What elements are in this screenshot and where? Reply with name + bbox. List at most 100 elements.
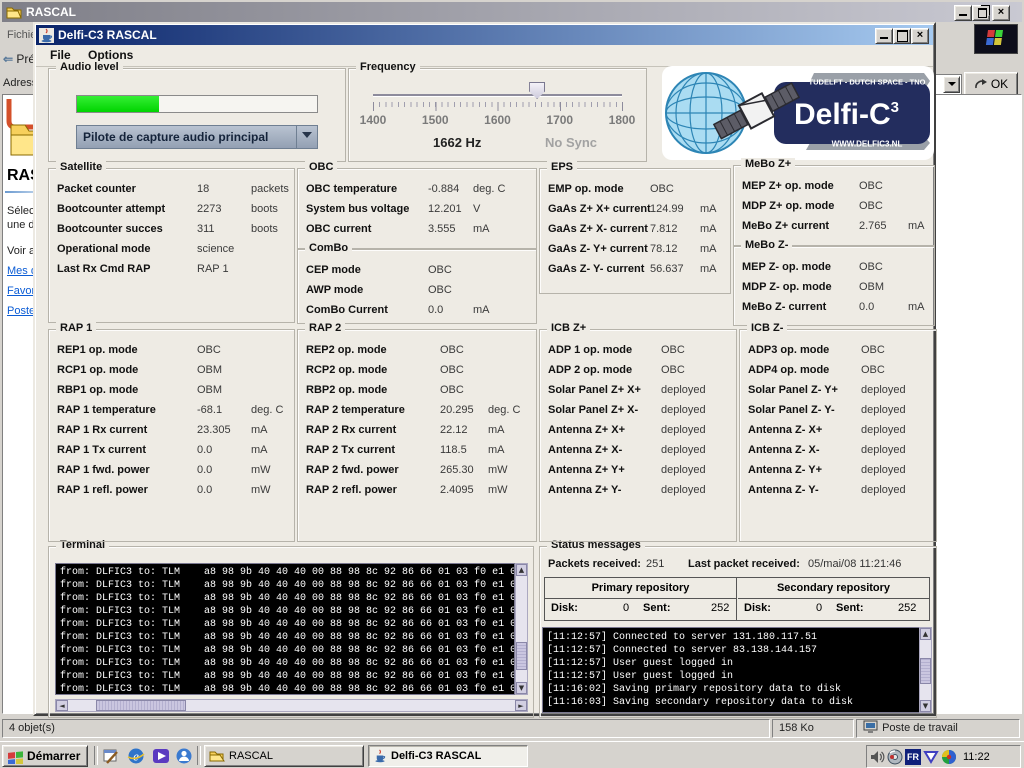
field-value: OBC [440,364,464,376]
field-label: Antenna Z- X+ [748,424,822,436]
table-header-secondary: Secondary repository [738,578,929,599]
telemetry-row: ComBo Current0.0mA [298,304,536,324]
quicklaunch-media-player-icon[interactable] [152,747,170,765]
telemetry-row: Antenna Z- X+deployed [740,424,936,444]
back-button[interactable]: ⇐ Pré [3,52,35,66]
status-log-line: [11:12:57] User guest logged in [547,657,919,670]
terminal-hscrollbar[interactable]: ◄ ► [55,699,528,712]
field-value: -68.1 [197,404,222,416]
telemetry-row: AWP modeOBC [298,284,536,304]
field-value: 20.295 [440,404,474,416]
telemetry-row: MEP Z+ op. modeOBC [734,180,934,200]
desktop: RASCAL × Fichier ⇐ Pré Adresse [0,0,1024,768]
go-button[interactable]: OK [964,72,1018,96]
audio-device-combobox[interactable]: Pilote de capture audio principal [76,125,318,149]
primary-sent-value: 252 [711,602,729,614]
panel-mebo-zp: MeBo Z+MEP Z+ op. modeOBCMDP Z+ op. mode… [733,165,935,246]
address-input[interactable] [934,74,962,95]
volume-icon[interactable] [869,749,885,765]
language-indicator[interactable]: FR [905,749,921,765]
field-label: RAP 2 Rx current [306,424,396,436]
audio-device-value: Pilote de capture audio principal [77,130,268,144]
panel-title: ICB Z- [747,322,787,334]
start-button[interactable]: Démarrer [2,745,88,767]
telemetry-row: Antenna Z+ X-deployed [540,444,736,464]
field-value: OBC [661,364,685,376]
field-label: GaAs Z- Y+ current [548,243,648,255]
cd-player-icon[interactable] [887,749,903,765]
quicklaunch-show-desktop-icon[interactable] [102,747,120,765]
field-label: Antenna Z+ X+ [548,424,625,436]
status-log-vscrollbar[interactable]: ▲ ▼ [919,627,932,713]
field-unit: boots [251,223,278,235]
last-packet-label: Last packet received: [688,558,800,570]
field-value: OBC [859,261,883,273]
quicklaunch-messenger-icon[interactable] [175,747,193,765]
taskbar-task-rascal[interactable]: RASCAL [204,745,364,767]
field-value: 118.5 [440,444,467,456]
sidebar-link[interactable]: Favor [7,285,35,297]
field-unit: V [473,203,480,215]
sidebar-see-also-label: Voir a [7,245,35,257]
field-label: Solar Panel Z+ X+ [548,384,641,396]
terminal-line: from: DLFIC3 to: TLM a8 98 9b 40 40 40 0… [60,631,514,644]
field-label: OBC current [306,223,371,235]
field-value: OBC [440,344,464,356]
field-label: REP1 op. mode [57,344,138,356]
field-label: RAP 1 Tx current [57,444,146,456]
field-label: RAP 2 temperature [306,404,405,416]
back-arrow-icon: ⇐ [3,52,13,66]
telemetry-row: ADP3 op. modeOBC [740,344,936,364]
telemetry-row: GaAs Z- Y- current56.637mA [540,263,730,283]
display-tray-icon[interactable] [923,749,939,765]
address-dropdown-button[interactable] [943,76,960,93]
sidebar-link[interactable]: Poste [7,305,35,317]
explorer-restore-button[interactable] [972,5,990,21]
panel-icb-zp: ICB Z+ADP 1 op. modeOBCADP 2 op. modeOBC… [539,329,737,542]
field-value: OBM [197,364,222,376]
field-value: -0.884 [428,183,459,195]
telemetry-row: GaAs Z+ X+ current124.99mA [540,203,730,223]
frequency-slider-track[interactable] [373,94,622,96]
field-label: ComBo Current [306,304,388,316]
logo-top-banner: TUDELFT - DUTCH SPACE - TNO [809,78,926,87]
repository-table: Primary repository Secondary repository … [544,577,930,621]
explorer-close-button[interactable]: × [992,5,1010,21]
field-value: science [197,243,234,255]
field-label: Antenna Z+ Y- [548,484,621,496]
field-value: OBC [650,183,674,195]
explorer-titlebar: RASCAL × [2,2,1022,22]
status-log-line: [11:16:03] Saving secondary repository d… [547,696,919,709]
system-tray: FR 11:22 [866,745,1021,768]
panel-title: Satellite [56,161,106,173]
terminal-vscrollbar[interactable]: ▲ ▼ [515,563,528,695]
field-value: deployed [661,484,706,496]
field-label: REP2 op. mode [306,344,387,356]
telemetry-row: Operational modescience [49,243,294,263]
terminal-line: from: DLFIC3 to: TLM a8 98 9b 40 40 40 0… [60,657,514,670]
telemetry-row: RAP 1 Tx current0.0mA [49,444,294,464]
field-label: Solar Panel Z+ X- [548,404,638,416]
field-value: 23.305 [197,424,231,436]
field-value: 311 [197,223,215,235]
secondary-disk-value: 0 [816,602,822,614]
status-log-line: [11:12:57] Connected to server 131.180.1… [547,631,919,644]
field-label: Antenna Z- Y+ [748,464,822,476]
field-value: deployed [861,444,906,456]
panel-frequency: Frequency 14001500160017001800 1662 Hz N… [348,68,647,162]
field-label: Bootcounter succes [57,223,163,235]
telemetry-row: RAP 2 Tx current118.5mA [298,444,536,464]
field-unit: packets [251,183,289,195]
quicklaunch-internet-explorer-icon[interactable]: e [127,747,145,765]
telemetry-row: MeBo Z+ current2.765mA [734,220,934,240]
field-label: RBP1 op. mode [57,384,138,396]
panel-title: ICB Z+ [547,322,590,334]
combobox-arrow-icon [296,126,317,148]
telemetry-row: Antenna Z- Y-deployed [740,484,936,504]
explorer-minimize-button[interactable] [954,5,972,21]
field-value: RAP 1 [197,263,229,275]
field-unit: mA [473,223,490,235]
taskbar-task-delfi-c3-rascal[interactable]: Delfi-C3 RASCAL [368,745,528,767]
color-ball-tray-icon[interactable] [941,749,957,765]
frequency-slider-thumb[interactable] [529,82,545,99]
